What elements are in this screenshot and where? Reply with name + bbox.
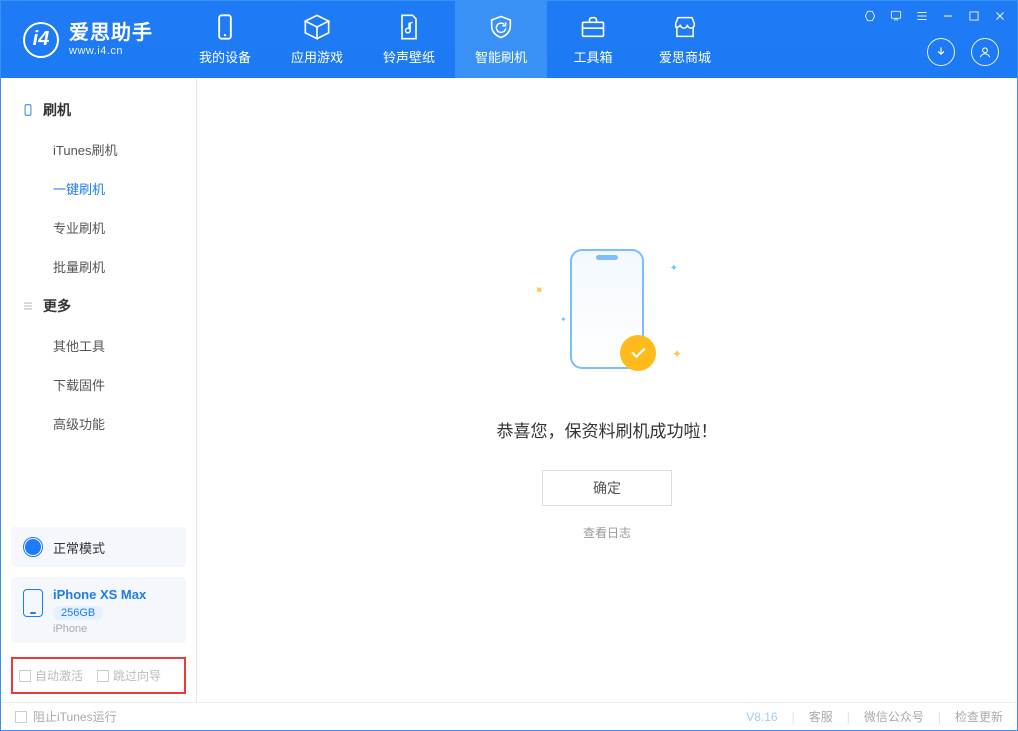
success-illustration: ✦ ✦ ✦ ✦	[532, 239, 682, 389]
device-icon	[211, 13, 239, 41]
sidebar-group-flash: 刷机	[1, 90, 196, 130]
download-icon	[934, 45, 948, 59]
header-right-icons	[927, 38, 999, 66]
version-label: V8.16	[746, 710, 777, 724]
support-link[interactable]: 客服	[809, 708, 833, 725]
mode-icon	[23, 537, 43, 557]
checkbox-auto-activate[interactable]: 自动激活	[19, 667, 83, 684]
theme-icon[interactable]	[863, 9, 877, 28]
sidebar-group-more: 更多	[1, 286, 196, 326]
sidebar-item-advanced[interactable]: 高级功能	[1, 404, 196, 443]
sidebar: 刷机 iTunes刷机 一键刷机 专业刷机 批量刷机 更多 其他工具 下载固件 …	[1, 78, 197, 702]
mode-label: 正常模式	[53, 538, 105, 557]
device-name: iPhone XS Max	[53, 587, 146, 602]
header-tabs: 我的设备 应用游戏 铃声壁纸 智能刷机 工具箱 爱思商城	[179, 1, 731, 78]
device-icon	[23, 589, 43, 617]
menu-icon[interactable]	[915, 9, 929, 28]
minimize-icon[interactable]	[941, 9, 955, 28]
refresh-shield-icon	[487, 13, 515, 41]
maximize-icon[interactable]	[967, 9, 981, 28]
device-type: iPhone	[53, 623, 146, 635]
tab-store[interactable]: 爱思商城	[639, 1, 731, 78]
success-message: 恭喜您，保资料刷机成功啦！	[497, 417, 718, 442]
device-capacity-badge: 256GB	[53, 606, 103, 620]
list-icon	[21, 299, 35, 313]
sidebar-item-pro-flash[interactable]: 专业刷机	[1, 208, 196, 247]
tab-toolbox[interactable]: 工具箱	[547, 1, 639, 78]
title-bar: i4 爱思助手 www.i4.cn 我的设备 应用游戏 铃声壁纸 智能刷机 工具…	[1, 1, 1017, 78]
main-panel: ✦ ✦ ✦ ✦ 恭喜您，保资料刷机成功啦！ 确定 查看日志	[197, 78, 1017, 702]
sidebar-item-download-fw[interactable]: 下载固件	[1, 365, 196, 404]
checkbox-icon	[19, 670, 31, 682]
brand-title: 爱思助手	[69, 23, 153, 43]
view-log-link[interactable]: 查看日志	[583, 524, 631, 541]
sidebar-item-batch-flash[interactable]: 批量刷机	[1, 247, 196, 286]
close-icon[interactable]	[993, 9, 1007, 28]
store-icon	[671, 13, 699, 41]
wechat-link[interactable]: 微信公众号	[864, 708, 924, 725]
check-update-link[interactable]: 检查更新	[955, 708, 1003, 725]
tab-apps-games[interactable]: 应用游戏	[271, 1, 363, 78]
device-card[interactable]: iPhone XS Max 256GB iPhone	[11, 577, 186, 643]
sidebar-item-other-tools[interactable]: 其他工具	[1, 326, 196, 365]
brand: i4 爱思助手 www.i4.cn	[1, 1, 173, 78]
sparkle-icon: ✦	[531, 281, 548, 298]
checkbox-stop-itunes[interactable]: 阻止iTunes运行	[15, 708, 117, 725]
sparkle-icon: ✦	[670, 263, 678, 274]
checkmark-badge-icon	[620, 335, 656, 371]
brand-subtitle: www.i4.cn	[69, 45, 153, 57]
phone-icon	[21, 103, 35, 117]
user-icon	[978, 45, 992, 59]
mode-card[interactable]: 正常模式	[11, 527, 186, 567]
tab-smart-flash[interactable]: 智能刷机	[455, 1, 547, 78]
checkbox-icon	[97, 670, 109, 682]
feedback-icon[interactable]	[889, 9, 903, 28]
ok-button[interactable]: 确定	[542, 470, 672, 506]
tab-ringtone-wallpaper[interactable]: 铃声壁纸	[363, 1, 455, 78]
cube-icon	[303, 13, 331, 41]
status-bar: 阻止iTunes运行 V8.16 | 客服 | 微信公众号 | 检查更新	[1, 702, 1017, 730]
sparkle-icon: ✦	[672, 347, 682, 361]
window-controls	[863, 9, 1007, 28]
tab-my-device[interactable]: 我的设备	[179, 1, 271, 78]
account-button[interactable]	[971, 38, 999, 66]
sidebar-item-oneclick-flash[interactable]: 一键刷机	[1, 169, 196, 208]
download-button[interactable]	[927, 38, 955, 66]
brand-logo-icon: i4	[23, 22, 59, 58]
sidebar-item-itunes-flash[interactable]: iTunes刷机	[1, 130, 196, 169]
sparkle-icon: ✦	[560, 315, 567, 324]
checkbox-skip-guide[interactable]: 跳过向导	[97, 667, 161, 684]
music-file-icon	[395, 13, 423, 41]
bottom-options-highlight: 自动激活 跳过向导	[11, 657, 186, 694]
toolbox-icon	[579, 13, 607, 41]
checkbox-icon	[15, 711, 27, 723]
